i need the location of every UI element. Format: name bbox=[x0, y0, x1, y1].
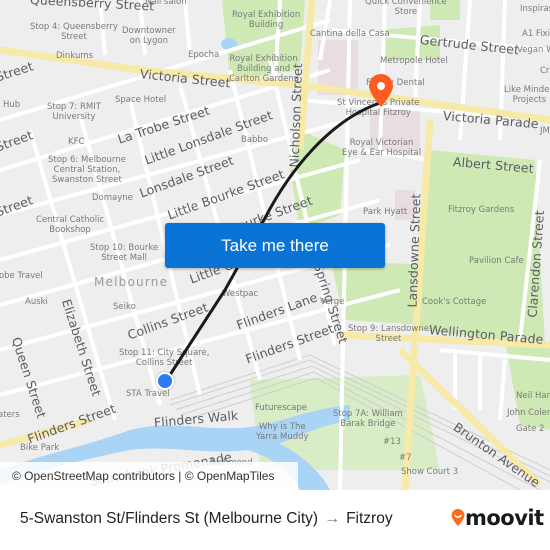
brand-name: moovit bbox=[465, 506, 544, 530]
destination-pin-icon[interactable] bbox=[368, 74, 394, 108]
arrow-right-icon: → bbox=[324, 510, 341, 527]
origin-marker[interactable] bbox=[156, 372, 174, 390]
footer: 5-Swanston St/Flinders St (Melbourne Cit… bbox=[0, 490, 550, 550]
destination-name: Fitzroy bbox=[346, 510, 393, 527]
moovit-pin-icon bbox=[451, 509, 465, 526]
map[interactable]: Queensberry Street Victoria Street Stree… bbox=[0, 0, 550, 490]
map-attribution[interactable]: © OpenStreetMap contributors | © OpenMap… bbox=[0, 462, 298, 490]
origin-name: 5-Swanston St/Flinders St (Melbourne Cit… bbox=[20, 510, 319, 527]
take-me-there-button[interactable]: Take me there bbox=[165, 223, 385, 268]
moovit-logo[interactable]: moovit bbox=[451, 506, 544, 530]
route-summary: 5-Swanston St/Flinders St (Melbourne Cit… bbox=[20, 510, 393, 528]
